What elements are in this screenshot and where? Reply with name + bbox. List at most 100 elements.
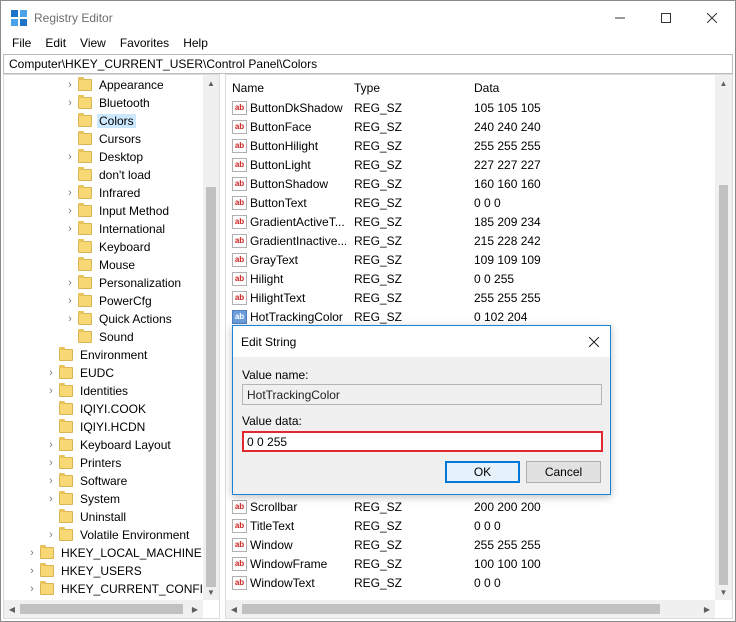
minimize-icon bbox=[615, 17, 625, 18]
tree-node[interactable]: › Quick Actions bbox=[64, 310, 174, 328]
tree-node[interactable]: Cursors bbox=[64, 130, 143, 148]
tree-node[interactable]: Uninstall bbox=[45, 508, 128, 526]
tree-node[interactable]: › Printers bbox=[45, 454, 123, 472]
value-row[interactable]: ab TitleText REG_SZ 0 0 0 bbox=[226, 517, 714, 536]
tree-horizontal-scroll-thumb[interactable] bbox=[20, 604, 183, 614]
tree-node[interactable]: › Volatile Environment bbox=[45, 526, 191, 544]
value-data: 0 0 0 bbox=[474, 576, 501, 590]
menu-help[interactable]: Help bbox=[175, 34, 214, 53]
menu-file[interactable]: File bbox=[4, 34, 37, 53]
value-data-input[interactable]: 0 0 255 bbox=[242, 431, 603, 452]
tree-node[interactable]: › Bluetooth bbox=[64, 94, 152, 112]
tree-node[interactable]: IQIYI.COOK bbox=[45, 400, 148, 418]
chevron-right-icon[interactable]: › bbox=[45, 364, 57, 382]
chevron-right-icon[interactable]: › bbox=[64, 292, 76, 310]
value-row[interactable]: ab ButtonLight REG_SZ 227 227 227 bbox=[226, 156, 714, 175]
value-row[interactable]: ab HilightText REG_SZ 255 255 255 bbox=[226, 289, 714, 308]
tree-vertical-scroll-thumb[interactable] bbox=[206, 187, 216, 587]
value-row[interactable]: ab WindowText REG_SZ 0 0 0 bbox=[226, 574, 714, 593]
scroll-up-icon[interactable]: ▲ bbox=[715, 75, 732, 91]
column-header-name[interactable]: Name bbox=[226, 75, 348, 100]
value-row[interactable]: ab Window REG_SZ 255 255 255 bbox=[226, 536, 714, 555]
scroll-down-icon[interactable]: ▼ bbox=[715, 584, 732, 600]
tree-node[interactable]: › International bbox=[64, 220, 167, 238]
chevron-right-icon[interactable]: › bbox=[64, 202, 76, 220]
tree-node[interactable]: › Desktop bbox=[64, 148, 145, 166]
chevron-right-icon[interactable]: › bbox=[26, 580, 38, 598]
column-header-data[interactable]: Data bbox=[468, 75, 708, 100]
tree-vertical-scrollbar[interactable]: ▲ ▼ bbox=[203, 75, 219, 600]
chevron-right-icon[interactable]: › bbox=[26, 544, 38, 562]
tree-node[interactable]: › Input Method bbox=[64, 202, 171, 220]
scroll-right-icon[interactable]: ▶ bbox=[699, 600, 715, 618]
chevron-right-icon[interactable]: › bbox=[26, 562, 38, 580]
address-bar[interactable]: Computer\HKEY_CURRENT_USER\Control Panel… bbox=[3, 54, 733, 74]
value-row[interactable]: ab ButtonFace REG_SZ 240 240 240 bbox=[226, 118, 714, 137]
minimize-button[interactable] bbox=[597, 1, 643, 34]
tree-node[interactable]: › PowerCfg bbox=[64, 292, 154, 310]
chevron-right-icon[interactable]: › bbox=[45, 472, 57, 490]
chevron-right-icon[interactable]: › bbox=[45, 526, 57, 544]
chevron-right-icon[interactable]: › bbox=[64, 184, 76, 202]
values-horizontal-scroll-thumb[interactable] bbox=[242, 604, 660, 614]
value-name: Window bbox=[250, 538, 293, 552]
scroll-up-icon[interactable]: ▲ bbox=[203, 75, 219, 91]
values-horizontal-scrollbar[interactable]: ◀ ▶ bbox=[226, 600, 715, 618]
value-row[interactable]: ab GradientActiveT... REG_SZ 185 209 234 bbox=[226, 213, 714, 232]
chevron-right-icon[interactable]: › bbox=[64, 310, 76, 328]
tree-horizontal-scrollbar[interactable]: ◀ ▶ bbox=[4, 600, 203, 618]
tree-node[interactable]: IQIYI.HCDN bbox=[45, 418, 147, 436]
scroll-down-icon[interactable]: ▼ bbox=[203, 584, 219, 600]
tree-node[interactable]: Mouse bbox=[64, 256, 137, 274]
tree-node[interactable]: don't load bbox=[64, 166, 153, 184]
chevron-right-icon[interactable]: › bbox=[45, 436, 57, 454]
scroll-left-icon[interactable]: ◀ bbox=[4, 600, 20, 618]
tree-node[interactable]: › Personalization bbox=[64, 274, 183, 292]
tree-node[interactable]: › HKEY_CURRENT_CONFIG bbox=[26, 580, 214, 598]
tree-node[interactable]: Environment bbox=[45, 346, 149, 364]
maximize-button[interactable] bbox=[643, 1, 689, 34]
tree-node[interactable]: › HKEY_LOCAL_MACHINE bbox=[26, 544, 204, 562]
tree-node[interactable]: › Infrared bbox=[64, 184, 142, 202]
close-button[interactable] bbox=[689, 1, 735, 34]
value-row[interactable]: ab Scrollbar REG_SZ 200 200 200 bbox=[226, 498, 714, 517]
value-row[interactable]: ab ButtonText REG_SZ 0 0 0 bbox=[226, 194, 714, 213]
tree-node[interactable]: › Software bbox=[45, 472, 129, 490]
value-row[interactable]: ab ButtonShadow REG_SZ 160 160 160 bbox=[226, 175, 714, 194]
chevron-right-icon[interactable]: › bbox=[45, 382, 57, 400]
menu-edit[interactable]: Edit bbox=[37, 34, 72, 53]
tree-node[interactable]: › HKEY_USERS bbox=[26, 562, 144, 580]
chevron-right-icon[interactable]: › bbox=[45, 490, 57, 508]
chevron-right-icon[interactable]: › bbox=[64, 148, 76, 166]
value-row[interactable]: ab ButtonDkShadow REG_SZ 105 105 105 bbox=[226, 99, 714, 118]
tree-node[interactable]: Colors bbox=[64, 112, 136, 130]
scroll-left-icon[interactable]: ◀ bbox=[226, 600, 242, 618]
ok-button[interactable]: OK bbox=[445, 461, 520, 483]
chevron-right-icon[interactable]: › bbox=[64, 274, 76, 292]
tree-node[interactable]: › Appearance bbox=[64, 76, 166, 94]
menu-favorites[interactable]: Favorites bbox=[112, 34, 175, 53]
values-vertical-scrollbar[interactable]: ▲ ▼ bbox=[715, 75, 732, 600]
value-row[interactable]: ab WindowFrame REG_SZ 100 100 100 bbox=[226, 555, 714, 574]
tree-node[interactable]: › System bbox=[45, 490, 122, 508]
tree-node[interactable]: Keyboard bbox=[64, 238, 152, 256]
menu-view[interactable]: View bbox=[72, 34, 112, 53]
value-row[interactable]: ab Hilight REG_SZ 0 0 255 bbox=[226, 270, 714, 289]
tree-node[interactable]: › Keyboard Layout bbox=[45, 436, 173, 454]
chevron-right-icon[interactable]: › bbox=[64, 220, 76, 238]
tree-node[interactable]: Sound bbox=[64, 328, 136, 346]
values-vertical-scroll-thumb[interactable] bbox=[719, 185, 728, 585]
value-row[interactable]: ab GrayText REG_SZ 109 109 109 bbox=[226, 251, 714, 270]
chevron-right-icon[interactable]: › bbox=[45, 454, 57, 472]
dialog-close-button[interactable] bbox=[578, 326, 610, 357]
tree-node[interactable]: › EUDC bbox=[45, 364, 116, 382]
cancel-button[interactable]: Cancel bbox=[526, 461, 601, 483]
scroll-right-icon[interactable]: ▶ bbox=[187, 600, 203, 618]
value-row[interactable]: ab GradientInactive... REG_SZ 215 228 242 bbox=[226, 232, 714, 251]
chevron-right-icon[interactable]: › bbox=[64, 76, 76, 94]
chevron-right-icon[interactable]: › bbox=[64, 94, 76, 112]
value-row[interactable]: ab ButtonHilight REG_SZ 255 255 255 bbox=[226, 137, 714, 156]
column-header-type[interactable]: Type bbox=[348, 75, 468, 100]
tree-node[interactable]: › Identities bbox=[45, 382, 130, 400]
